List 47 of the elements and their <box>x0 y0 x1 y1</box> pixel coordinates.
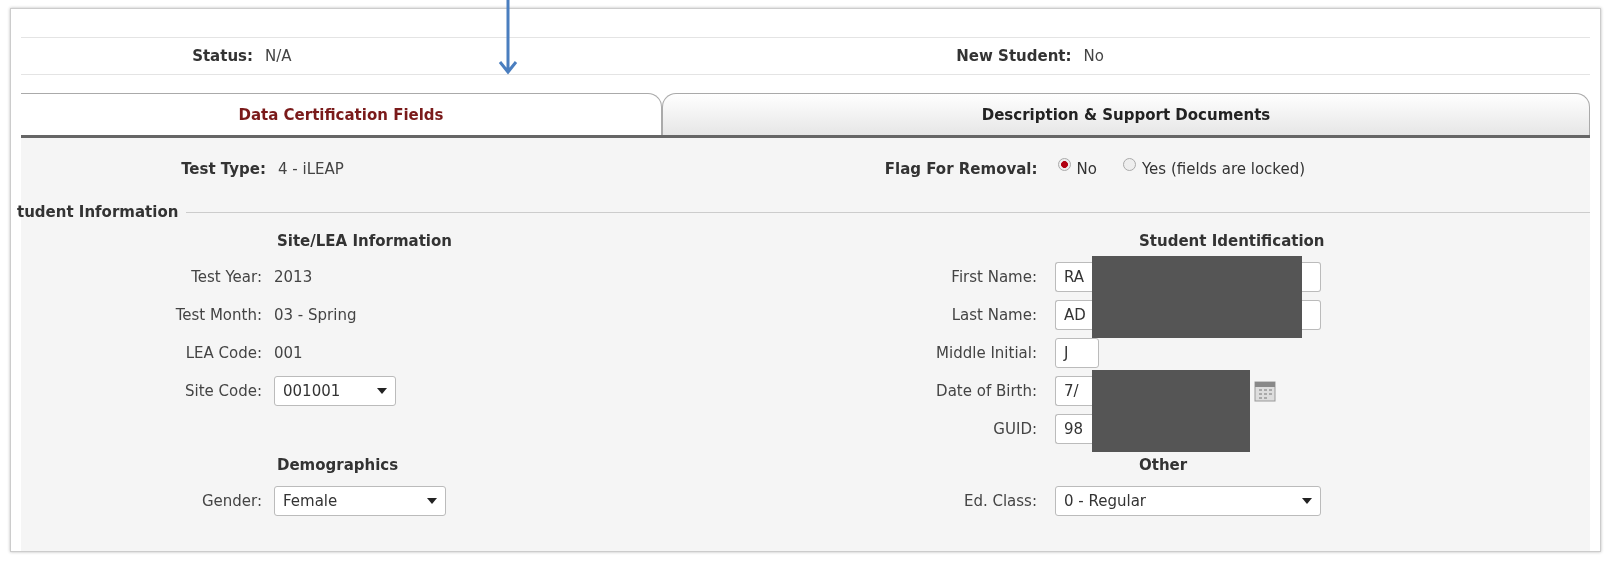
tab[interactable]: Description & Support Documents <box>662 93 1590 135</box>
caret-icon <box>377 388 387 394</box>
input-field[interactable]: 98 <box>1055 414 1092 444</box>
radio-button[interactable] <box>1057 157 1071 171</box>
radio-label[interactable]: Yes (fields are locked) <box>1141 160 1306 178</box>
field-label: Site Code: <box>183 382 262 400</box>
field-label: Flag For Removal: <box>883 160 1038 178</box>
status-value: N/A <box>265 47 292 65</box>
section-legend: tudent Information <box>17 203 187 221</box>
caret-icon <box>1302 498 1312 504</box>
field-label: Last Name: <box>950 306 1037 324</box>
status-label: New Student: <box>955 47 1072 65</box>
field-label: First Name: <box>950 268 1037 286</box>
field-label: Middle Initial: <box>935 344 1037 362</box>
input-field[interactable]: AD <box>1055 300 1092 330</box>
caret-icon <box>427 498 437 504</box>
group-heading: Other <box>1139 456 1188 474</box>
radio-label[interactable]: No <box>1076 160 1097 178</box>
calendar-icon[interactable] <box>1254 380 1276 402</box>
status-label: Status: <box>191 47 253 65</box>
input-field[interactable]: J <box>1055 338 1099 368</box>
input-field[interactable]: 7/ <box>1055 376 1092 406</box>
tab[interactable]: Data Certification Fields <box>21 93 662 135</box>
field-label: Test Year: <box>190 268 262 286</box>
field-border <box>1302 300 1321 330</box>
field-label: Test Type: <box>180 160 266 178</box>
group-heading: Demographics <box>277 456 399 474</box>
field-label: Gender: <box>200 492 262 510</box>
field-label: Ed. Class: <box>962 492 1037 510</box>
field-border <box>1302 262 1321 292</box>
field-label: LEA Code: <box>184 344 262 362</box>
radio-button[interactable] <box>1122 157 1136 171</box>
field-value: 03 - Spring <box>274 306 357 324</box>
field-label: Date of Birth: <box>935 382 1037 400</box>
field-label: GUID: <box>992 420 1037 438</box>
status-value: No <box>1083 47 1104 65</box>
group-heading: Site/LEA Information <box>277 232 452 250</box>
field-value: 001 <box>274 344 303 362</box>
field-value: 4 - iLEAP <box>278 160 344 178</box>
dropdown[interactable]: Female <box>274 486 446 516</box>
field-value: 2013 <box>274 268 313 286</box>
field-label: Test Month: <box>174 306 262 324</box>
dropdown[interactable]: 001001 <box>274 376 396 406</box>
arrow-icon <box>498 0 518 76</box>
dropdown[interactable]: 0 - Regular <box>1055 486 1321 516</box>
input-field[interactable]: RA <box>1055 262 1092 292</box>
group-heading: Student Identification <box>1139 232 1325 250</box>
